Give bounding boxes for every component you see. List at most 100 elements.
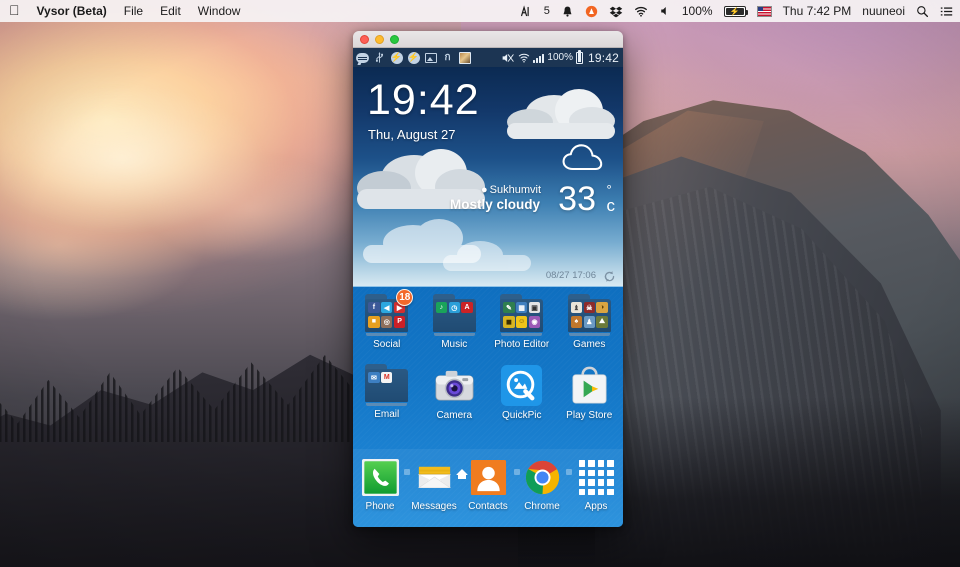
refresh-icon[interactable] (603, 270, 616, 283)
messenger-alt-icon: ⚡ (407, 51, 420, 64)
android-home-screen[interactable]: f ◀ ▶ ■ ◎ P 18 Social ♪ ◷ A Music ✎ ▦ ▣ … (353, 286, 623, 527)
menu-item-file[interactable]: File (124, 4, 143, 18)
menu-item-window[interactable]: Window (198, 4, 241, 18)
volume-icon[interactable] (659, 5, 671, 17)
android-dock: Phone Messages Contacts Chrome Apps (353, 449, 623, 527)
app-row-2: ✉ M Email Camera QuickPic Play Store (353, 350, 623, 421)
dock-item-phone[interactable]: Phone (353, 458, 407, 512)
folder-email[interactable]: ✉ M (365, 364, 409, 406)
messenger-icon: ⚡ (390, 51, 403, 64)
notification-center-icon[interactable] (940, 5, 953, 18)
email-app-icon: ✉ (368, 372, 380, 384)
app-cell-music[interactable]: ♪ ◷ A Music (421, 294, 489, 350)
app-label: Social (373, 339, 401, 350)
dock-label: Apps (584, 501, 608, 512)
menu-item-app-name[interactable]: Vysor (Beta) (37, 4, 107, 18)
status-notification-icons: ⚡ ⚡ ก (356, 51, 471, 64)
weather-clock-widget[interactable]: 19:42 Thu, August 27 ● Sukhumvit Mostly c… (353, 67, 623, 286)
apple-menu-icon[interactable]:  (9, 3, 20, 17)
app-cell-quickpic[interactable]: QuickPic (488, 364, 556, 421)
thai-keyboard-icon: ก (444, 52, 451, 63)
stats-count: 5 (543, 5, 550, 17)
app-cell-email[interactable]: ✉ M Email (353, 364, 421, 421)
app-cell-games[interactable]: ♝ ☠ ◑ ♠ ♟ ⛰ Games (556, 294, 624, 350)
folder-games[interactable]: ♝ ☠ ◑ ♠ ♟ ⛰ (567, 294, 611, 336)
dock-label: Contacts (468, 501, 508, 512)
menu-bar-status-items: 5 100% ⚡ Thu 7:42 PM nuuneoi (520, 4, 953, 18)
dock-item-apps[interactable]: Apps (569, 458, 623, 512)
menu-bar-left-group:  Vysor (Beta) File Edit Window (9, 3, 241, 18)
game-3-icon: ◑ (596, 302, 608, 314)
messages-app-icon[interactable] (415, 458, 454, 497)
battery-percent: 100% (681, 4, 713, 18)
photo-app-4-icon: ◼ (503, 316, 515, 328)
menu-bar-username[interactable]: nuuneoi (862, 4, 905, 18)
widget-updated-time: 08/27 17:06 (545, 270, 596, 281)
folder-social[interactable]: f ◀ ▶ ■ ◎ P 18 (365, 289, 414, 336)
cloud-icon (561, 143, 605, 173)
widget-temperature-unit: ° c (607, 183, 616, 214)
widget-clock-time[interactable]: 19:42 (367, 79, 480, 122)
orange-app-icon[interactable] (585, 5, 598, 18)
folder-photo-editor[interactable]: ✎ ▦ ▣ ◼ ☺ ◉ (500, 294, 544, 336)
vysor-window[interactable]: ⚡ ⚡ ก 100% 19:42 19:42 Thu, August 27 ● … (353, 31, 623, 527)
app-label: Camera (436, 410, 473, 421)
game-6-icon: ⛰ (596, 316, 608, 328)
apps-drawer-icon[interactable] (577, 458, 616, 497)
photo-thumb-icon (458, 51, 471, 64)
window-zoom-button[interactable] (390, 34, 399, 44)
location-pin-icon: ● (480, 184, 488, 196)
chrome-app-icon[interactable] (523, 458, 562, 497)
app-cell-camera[interactable]: Camera (421, 364, 489, 421)
phone-app-icon[interactable] (361, 458, 400, 497)
dock-item-messages[interactable]: Messages (407, 458, 461, 512)
game-1-icon: ♝ (570, 302, 583, 314)
quickpic-app-icon[interactable] (500, 364, 543, 407)
game-4-icon: ♠ (570, 316, 583, 328)
photo-app-1-icon: ✎ (503, 302, 515, 314)
camera-app-icon[interactable] (433, 364, 476, 407)
app-cell-play-store[interactable]: Play Store (556, 364, 624, 421)
battery-percent: 100% (547, 52, 573, 63)
volume-mute-icon (501, 51, 515, 64)
window-minimize-button[interactable] (375, 34, 384, 44)
dropbox-icon[interactable] (609, 5, 623, 18)
wifi-icon[interactable] (634, 5, 648, 18)
android-screen-mirror[interactable]: ⚡ ⚡ ก 100% 19:42 19:42 Thu, August 27 ● … (353, 48, 623, 527)
app-cell-social[interactable]: f ◀ ▶ ■ ◎ P 18 Social (353, 289, 421, 350)
play-store-app-icon[interactable] (568, 364, 611, 407)
photo-app-6-icon: ◉ (528, 316, 541, 328)
app-cell-photo-editor[interactable]: ✎ ▦ ▣ ◼ ☺ ◉ Photo Editor (488, 294, 556, 350)
battery-charging-icon[interactable]: ⚡ (723, 5, 748, 17)
folder-music[interactable]: ♪ ◷ A (432, 294, 476, 336)
line-icon: ■ (368, 316, 380, 328)
sms-icon (356, 51, 369, 64)
widget-clock-date[interactable]: Thu, August 27 (368, 127, 455, 142)
contacts-app-icon[interactable] (469, 458, 508, 497)
game-2-icon: ☠ (583, 302, 595, 314)
dock-item-chrome[interactable]: Chrome (515, 458, 569, 512)
us-flag-icon[interactable] (756, 5, 772, 17)
search-icon[interactable] (916, 5, 929, 18)
facebook-icon: f (368, 302, 380, 314)
status-badge: 18 (396, 289, 414, 306)
app-label: Games (573, 339, 606, 350)
alarm-icon: ◷ (448, 302, 460, 314)
cloud-decor-bottom-right (443, 235, 533, 275)
dock-item-contacts[interactable]: Contacts (461, 458, 515, 512)
window-title-bar[interactable] (353, 31, 623, 48)
photo-app-2-icon: ▦ (516, 302, 528, 314)
widget-temperature: 33 (558, 180, 596, 218)
menu-item-edit[interactable]: Edit (160, 4, 181, 18)
bell-icon[interactable] (561, 5, 574, 18)
widget-location[interactable]: ● Sukhumvit (481, 184, 541, 196)
status-bar-clock: 19:42 (587, 50, 619, 65)
window-close-button[interactable] (360, 34, 369, 44)
game-5-icon: ♟ (583, 316, 595, 328)
app-label: QuickPic (502, 410, 542, 421)
gmail-icon: M (381, 372, 393, 384)
music-player-icon: ♪ (435, 302, 448, 314)
stats-icon[interactable] (520, 4, 533, 18)
dock-label: Phone (365, 501, 395, 512)
menu-bar-clock[interactable]: Thu 7:42 PM (783, 4, 852, 18)
